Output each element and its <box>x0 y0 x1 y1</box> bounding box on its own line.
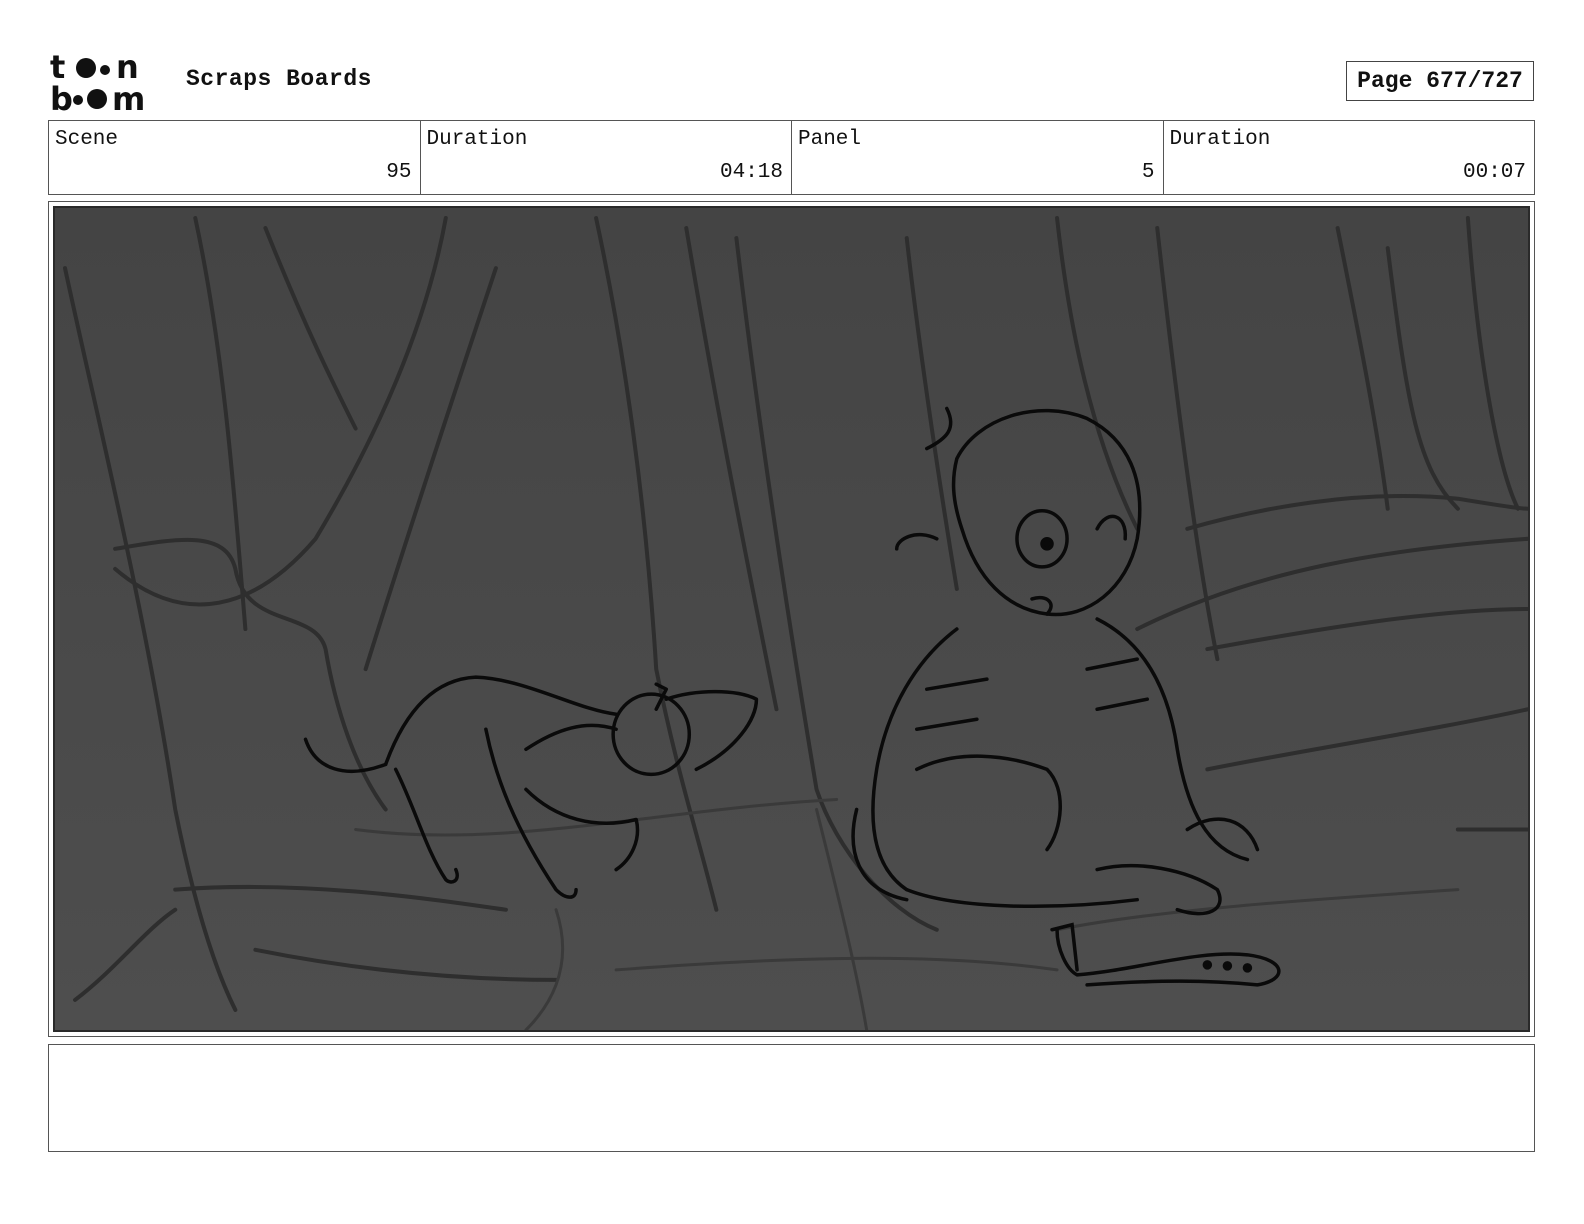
scene-duration-label: Duration <box>426 128 528 151</box>
scene-duration-value: 04:18 <box>719 161 783 184</box>
panel-cell: Panel 5 <box>792 121 1164 194</box>
panel-value: 5 <box>1141 161 1155 184</box>
panel-duration-value: 00:07 <box>1462 161 1526 184</box>
page-indicator: Page 677/727 <box>1346 61 1534 101</box>
panel-label: Panel <box>798 128 862 151</box>
scene-cell: Scene 95 <box>49 121 421 194</box>
scene-value: 95 <box>386 161 412 184</box>
toon-boom-logo: t n b m <box>50 48 166 118</box>
scene-label: Scene <box>55 128 119 151</box>
info-table: Scene 95 Duration 04:18 Panel 5 Duration… <box>48 120 1535 195</box>
scene-duration-cell: Duration 04:18 <box>421 121 792 194</box>
storyboard-panel-image <box>53 206 1530 1032</box>
panel-frame <box>48 201 1535 1037</box>
document-title: Scraps Boards <box>186 66 372 92</box>
sketch-drawing <box>55 208 1528 1030</box>
panel-duration-cell: Duration 00:07 <box>1164 121 1535 194</box>
svg-text:b: b <box>50 80 73 114</box>
panel-duration-label: Duration <box>1169 128 1271 151</box>
panel-notes <box>48 1044 1535 1152</box>
svg-text:m: m <box>112 80 145 114</box>
